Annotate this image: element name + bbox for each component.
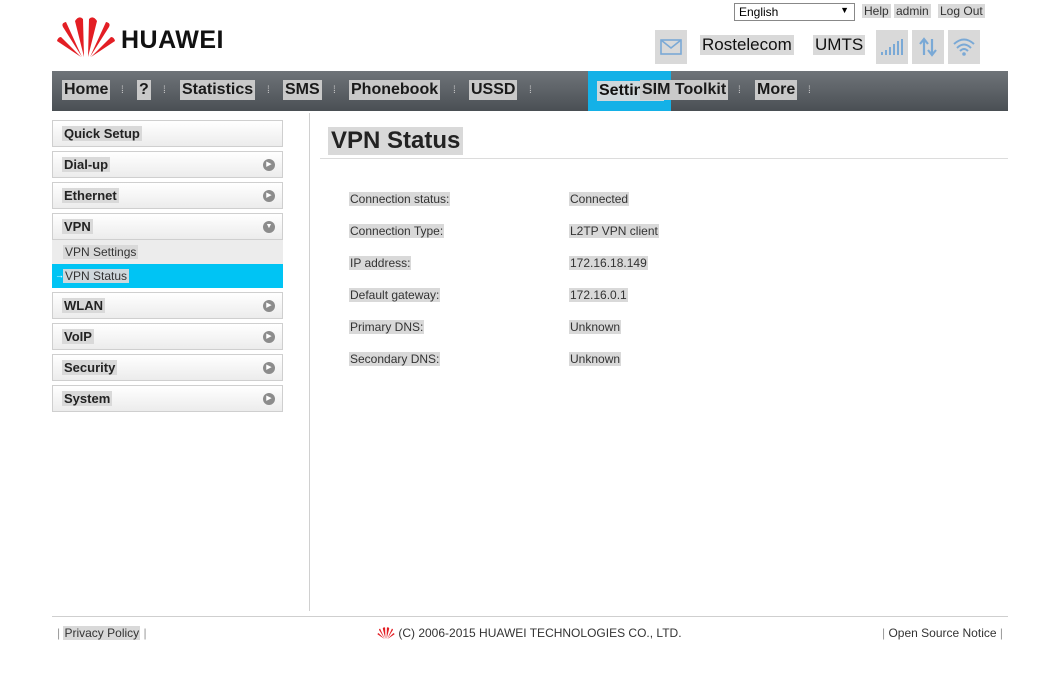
chevron-right-icon: ▶: [263, 331, 275, 343]
nav-separator: ⁞: [163, 85, 166, 96]
footer-divider: [52, 616, 1008, 617]
sidebar-item-label: WLAN: [62, 298, 105, 313]
huawei-small-logo-icon: [377, 627, 395, 639]
sidebar-item-label: Dial-up: [62, 157, 111, 172]
sidebar-item-label: Quick Setup: [62, 126, 142, 141]
nav-separator: ⁞: [453, 85, 456, 96]
nav-separator: ⁞: [121, 85, 124, 96]
nav-ussd[interactable]: USSD: [469, 80, 518, 100]
sidebar-item-dialup[interactable]: Dial-up ▶: [52, 151, 283, 178]
dropdown-arrow-icon: ▼: [840, 5, 849, 15]
network-type: UMTS: [813, 35, 866, 55]
nav-separator: ⁞: [738, 85, 741, 96]
copyright-text: (C) 2006-2015 HUAWEI TECHNOLOGIES CO., L…: [398, 626, 682, 640]
content-divider: [309, 113, 310, 611]
main-nav: Home ⁞ ? ⁞ Statistics ⁞ SMS ⁞ Phonebook …: [52, 71, 1008, 111]
nav-phonebook[interactable]: Phonebook: [349, 80, 441, 100]
nav-statistics[interactable]: Statistics: [180, 80, 256, 100]
sidebar-item-label: VoIP: [62, 329, 94, 344]
help-link[interactable]: Help: [862, 4, 891, 18]
status-label: Secondary DNS:: [349, 352, 441, 366]
nav-separator: ⁞: [808, 85, 811, 96]
sidebar-item-label: Security: [62, 360, 118, 375]
nav-separator: ⁞: [529, 85, 532, 96]
copyright: (C) 2006-2015 HUAWEI TECHNOLOGIES CO., L…: [377, 626, 682, 640]
messages-button[interactable]: [655, 30, 687, 64]
sidebar-item-quick-setup[interactable]: Quick Setup: [52, 120, 283, 147]
nav-help[interactable]: ?: [137, 80, 151, 100]
brand-name: HUAWEI: [121, 26, 224, 54]
sidebar-item-vpn[interactable]: VPN ▼: [52, 213, 283, 240]
sidebar-subitem-label: VPN Settings: [63, 245, 139, 259]
chevron-down-icon: ▼: [263, 221, 275, 233]
privacy-policy-link[interactable]: | Privacy Policy |: [57, 626, 147, 640]
status-value: Unknown: [569, 352, 622, 366]
nav-separator: ⁞: [333, 85, 336, 96]
operator-name: Rostelecom: [700, 35, 794, 55]
nav-more[interactable]: More: [755, 80, 798, 100]
status-label: IP address:: [349, 256, 412, 270]
status-label: Primary DNS:: [349, 320, 425, 334]
user-link[interactable]: admin: [894, 4, 931, 18]
title-divider: [320, 158, 1008, 159]
chevron-right-icon: ▶: [263, 362, 275, 374]
data-transfer-status: [912, 30, 944, 64]
signal-strength: [876, 30, 908, 64]
sidebar-item-voip[interactable]: VoIP ▶: [52, 323, 283, 350]
sidebar-item-security[interactable]: Security ▶: [52, 354, 283, 381]
logout-link[interactable]: Log Out: [938, 4, 985, 18]
sidebar-subitem-vpn-settings[interactable]: VPN Settings: [52, 240, 283, 264]
status-value: Connected: [569, 192, 630, 206]
envelope-icon: [660, 39, 682, 55]
status-label: Connection Type:: [349, 224, 445, 238]
privacy-policy-label: Privacy Policy: [63, 626, 141, 640]
nav-separator: ⁞: [622, 85, 625, 96]
sidebar-item-label: VPN: [62, 219, 93, 234]
chevron-right-icon: ▶: [263, 159, 275, 171]
chevron-right-icon: ▶: [263, 300, 275, 312]
nav-sms[interactable]: SMS: [283, 80, 322, 100]
status-label: Default gateway:: [349, 288, 441, 302]
sidebar-item-system[interactable]: System ▶: [52, 385, 283, 412]
signal-icon: [881, 39, 903, 55]
huawei-logo: HUAWEI: [57, 13, 257, 57]
open-source-label: Open Source Notice: [888, 626, 997, 640]
nav-sim-toolkit[interactable]: SIM Toolkit: [640, 80, 729, 100]
sidebar-item-wlan[interactable]: WLAN ▶: [52, 292, 283, 319]
wifi-icon: [953, 38, 975, 56]
sidebar-subitem-vpn-status[interactable]: → VPN Status: [52, 264, 283, 288]
chevron-right-icon: ▶: [263, 393, 275, 405]
sidebar-item-label: System: [62, 391, 113, 406]
sidebar-item-label: Ethernet: [62, 188, 119, 203]
status-value: 172.16.0.1: [569, 288, 628, 302]
nav-separator: ⁞: [267, 85, 270, 96]
data-transfer-icon: [919, 37, 937, 57]
status-label: Connection status:: [349, 192, 451, 206]
nav-home[interactable]: Home: [62, 80, 111, 100]
status-value: L2TP VPN client: [569, 224, 659, 238]
open-source-link[interactable]: | Open Source Notice |: [882, 626, 1003, 640]
sidebar-subitem-label: VPN Status: [63, 269, 130, 283]
language-value: English: [739, 5, 779, 19]
huawei-logo-icon: [57, 17, 115, 57]
status-value: Unknown: [569, 320, 622, 334]
sidebar-item-ethernet[interactable]: Ethernet ▶: [52, 182, 283, 209]
wifi-status: [948, 30, 980, 64]
page-title: VPN Status: [328, 127, 464, 155]
language-select[interactable]: English ▼: [734, 3, 855, 21]
status-value: 172.16.18.149: [569, 256, 648, 270]
chevron-right-icon: ▶: [263, 190, 275, 202]
